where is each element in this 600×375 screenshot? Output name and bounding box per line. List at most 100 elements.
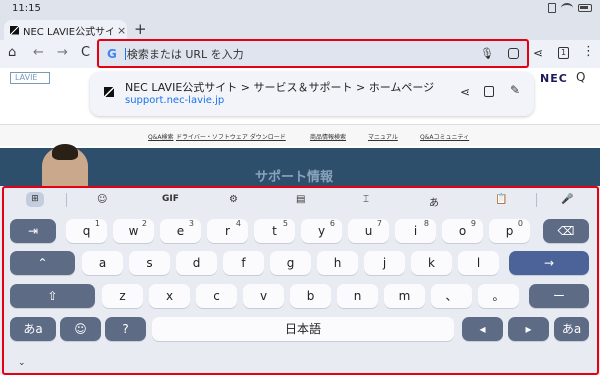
lavie-logo[interactable]: LAVIE [10, 72, 50, 84]
key-label: e [176, 224, 185, 238]
key-label: o [458, 224, 467, 238]
key-label: w [128, 224, 139, 238]
divider [536, 193, 537, 207]
url-suggestion[interactable]: NEC LAVIE公式サイト > サービス＆サポート > ホームページ supp… [90, 72, 534, 116]
collapse-keyboard-icon[interactable]: ⌄ [18, 358, 26, 368]
key-v[interactable]: v [243, 284, 284, 308]
key-b[interactable]: b [290, 284, 331, 308]
key-y[interactable]: y6 [301, 219, 342, 243]
key-hint: 8 [423, 219, 429, 228]
key-z[interactable]: z [102, 284, 143, 308]
space-key[interactable]: 日本語 [152, 317, 454, 341]
sticker-icon[interactable]: ☺ [97, 194, 107, 205]
key-c[interactable]: c [196, 284, 237, 308]
nav-link-qa-search[interactable]: Q&A検索 [148, 132, 174, 141]
key-u[interactable]: u7 [348, 219, 389, 243]
key-h[interactable]: h [317, 251, 358, 275]
lang-switch-key-right[interactable]: あa [554, 317, 589, 341]
voice-search-icon[interactable]: 🎙 [480, 47, 494, 60]
back-icon[interactable]: ← [33, 45, 44, 60]
keyboard-mic-icon[interactable]: 🎤 [561, 194, 573, 205]
key-w[interactable]: w2 [113, 219, 154, 243]
key-period[interactable]: 。 [478, 284, 519, 308]
tab-title: NEC LAVIE公式サイ [23, 26, 113, 38]
key-i[interactable]: i8 [395, 219, 436, 243]
key-hint: 0 [517, 219, 523, 228]
key-q[interactable]: q1 [66, 219, 107, 243]
status-bar: 11:15 [0, 0, 600, 18]
apps-icon[interactable]: ⊞ [26, 192, 44, 207]
address-bar[interactable]: G 検索または URL を入力 🎙 [97, 39, 529, 68]
emoji-key[interactable]: ☺ [60, 317, 101, 341]
key-o[interactable]: o9 [442, 219, 483, 243]
key-hint: 9 [470, 219, 476, 228]
key-r[interactable]: r4 [207, 219, 248, 243]
key-k[interactable]: k [411, 251, 452, 275]
cursor-left-key[interactable]: ◂ [462, 317, 503, 341]
suggestion-title: NEC LAVIE公式サイト > サービス＆サポート > ホームページ [125, 81, 435, 94]
tab-key[interactable]: ⇥ [10, 219, 56, 243]
gif-button[interactable]: GIF [162, 194, 179, 204]
suggestion-copy-icon[interactable] [484, 86, 494, 97]
tab-switcher-button[interactable]: 1 [558, 47, 569, 59]
key-hint: 2 [141, 219, 147, 228]
suggestion-edit-icon[interactable]: ✎ [510, 83, 520, 97]
settings-icon[interactable]: ⚙ [229, 194, 238, 205]
lens-icon[interactable] [508, 48, 519, 59]
symbols-key[interactable]: ? [105, 317, 146, 341]
key-l[interactable]: l [458, 251, 499, 275]
divider [66, 193, 67, 207]
tab-close-icon[interactable]: × [117, 24, 126, 37]
key-a[interactable]: a [82, 251, 123, 275]
key-f[interactable]: f [223, 251, 264, 275]
key-p[interactable]: p0 [489, 219, 530, 243]
key-e[interactable]: e3 [160, 219, 201, 243]
key-x[interactable]: x [149, 284, 190, 308]
nec-logo[interactable]: NEC [540, 72, 568, 85]
key-hint: 1 [94, 219, 100, 228]
address-input[interactable]: 検索または URL を入力 [127, 46, 480, 62]
shift-key[interactable]: ⇧ [10, 284, 95, 308]
nec-favicon-icon [10, 25, 19, 35]
backspace-key[interactable]: ⌫ [543, 219, 589, 243]
key-m[interactable]: m [384, 284, 425, 308]
translate-icon[interactable]: あ [429, 194, 439, 209]
menu-icon[interactable]: ⋮ [582, 44, 595, 59]
forward-icon[interactable]: → [57, 45, 68, 60]
key-label: t [272, 224, 277, 238]
key-label: r [225, 224, 230, 238]
text-edit-icon[interactable]: ⌶ [363, 194, 369, 205]
dash-key[interactable]: ー [529, 284, 589, 308]
key-t[interactable]: t5 [254, 219, 295, 243]
lang-switch-key-left[interactable]: あa [10, 317, 56, 341]
enter-key[interactable]: → [509, 251, 589, 275]
cursor-right-key[interactable]: ▸ [508, 317, 549, 341]
status-time: 11:15 [12, 3, 41, 14]
home-icon[interactable]: ⌂ [8, 45, 16, 60]
browser-tab[interactable]: NEC LAVIE公式サイ × [4, 20, 127, 40]
clipboard-icon[interactable]: 📋 [495, 194, 507, 205]
new-tab-button[interactable]: + [134, 20, 147, 38]
reload-icon[interactable]: C [81, 45, 90, 60]
status-icons [548, 3, 592, 13]
sim-icon [548, 3, 556, 13]
key-d[interactable]: d [176, 251, 217, 275]
nec-favicon-icon [104, 87, 114, 97]
hero-title: サポート情報 [255, 170, 334, 185]
caps-key[interactable]: ⌃ [10, 251, 75, 275]
nav-link-manual[interactable]: マニュアル [368, 132, 398, 141]
key-hint: 3 [188, 219, 194, 228]
nav-link-product-search[interactable]: 商品情報検索 [310, 132, 346, 141]
nav-link-driver-download[interactable]: ドライバー・ソフトウェア ダウンロード [176, 132, 286, 141]
key-comma[interactable]: 、 [431, 284, 472, 308]
share-icon[interactable]: ⋖ [533, 46, 543, 60]
key-n[interactable]: n [337, 284, 378, 308]
key-label: i [413, 224, 418, 238]
key-j[interactable]: j [364, 251, 405, 275]
key-s[interactable]: s [129, 251, 170, 275]
key-g[interactable]: g [270, 251, 311, 275]
suggestion-share-icon[interactable]: ⋖ [460, 85, 470, 99]
nav-link-qa-community[interactable]: Q&Aコミュニティ [420, 132, 469, 141]
keyboard-layout-icon[interactable]: ▤ [296, 194, 305, 205]
page-search-icon[interactable]: Q [576, 70, 585, 84]
